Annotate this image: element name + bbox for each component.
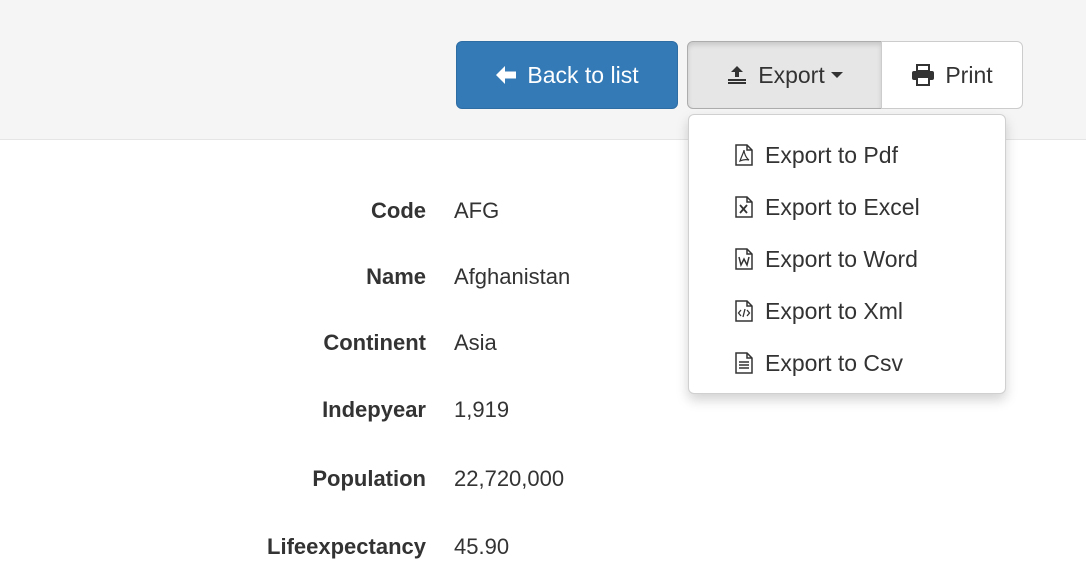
arrow-left-icon <box>495 65 517 85</box>
printer-icon <box>911 64 935 86</box>
field-value: Afghanistan <box>454 264 571 289</box>
caret-down-icon <box>830 72 843 78</box>
field-value: 22,720,000 <box>454 466 565 491</box>
field-label: Lifeexpectancy <box>267 534 426 559</box>
field-row-name: Name Afghanistan <box>0 257 700 297</box>
menu-item-label: Export to Xml <box>765 297 904 324</box>
field-row-lifeexpectancy: Lifeexpectancy 45.90 <box>0 527 700 567</box>
field-label: Name <box>366 264 426 289</box>
field-row-code: Code AFG <box>0 191 700 231</box>
field-value: 1,919 <box>454 397 510 422</box>
field-label: Population <box>312 466 426 491</box>
field-label: Code <box>371 198 426 223</box>
export-dropdown-menu: Export to Pdf Export to Excel Export to … <box>688 114 1006 394</box>
menu-item-export-xml[interactable]: Export to Xml <box>689 285 1005 337</box>
menu-item-export-pdf[interactable]: Export to Pdf <box>689 129 1005 181</box>
back-to-list-button[interactable]: Back to list <box>456 41 678 109</box>
menu-item-label: Export to Pdf <box>765 141 898 168</box>
field-value: Asia <box>454 330 497 355</box>
menu-item-label: Export to Excel <box>765 193 920 220</box>
pdf-file-icon <box>733 144 755 166</box>
export-icon <box>726 65 748 85</box>
export-label: Export <box>758 61 825 88</box>
field-label: Continent <box>323 330 426 355</box>
field-row-continent: Continent Asia <box>0 323 700 363</box>
xml-file-icon <box>733 300 755 322</box>
excel-file-icon <box>733 196 755 218</box>
field-value: AFG <box>454 198 500 223</box>
csv-file-icon <box>733 352 755 374</box>
back-to-list-label: Back to list <box>527 61 639 88</box>
field-value: 45.90 <box>454 534 510 559</box>
print-label: Print <box>945 61 993 88</box>
field-label: Indepyear <box>322 397 426 422</box>
menu-item-export-word[interactable]: Export to Word <box>689 233 1005 285</box>
word-file-icon <box>733 248 755 270</box>
print-button[interactable]: Print <box>881 41 1023 109</box>
field-row-population: Population 22,720,000 <box>0 459 700 499</box>
export-dropdown-button[interactable]: Export <box>687 41 882 109</box>
menu-item-export-csv[interactable]: Export to Csv <box>689 337 1005 389</box>
field-row-indepyear: Indepyear 1,919 <box>0 390 700 430</box>
menu-item-label: Export to Word <box>765 245 918 272</box>
menu-item-export-excel[interactable]: Export to Excel <box>689 181 1005 233</box>
menu-item-label: Export to Csv <box>765 349 904 376</box>
